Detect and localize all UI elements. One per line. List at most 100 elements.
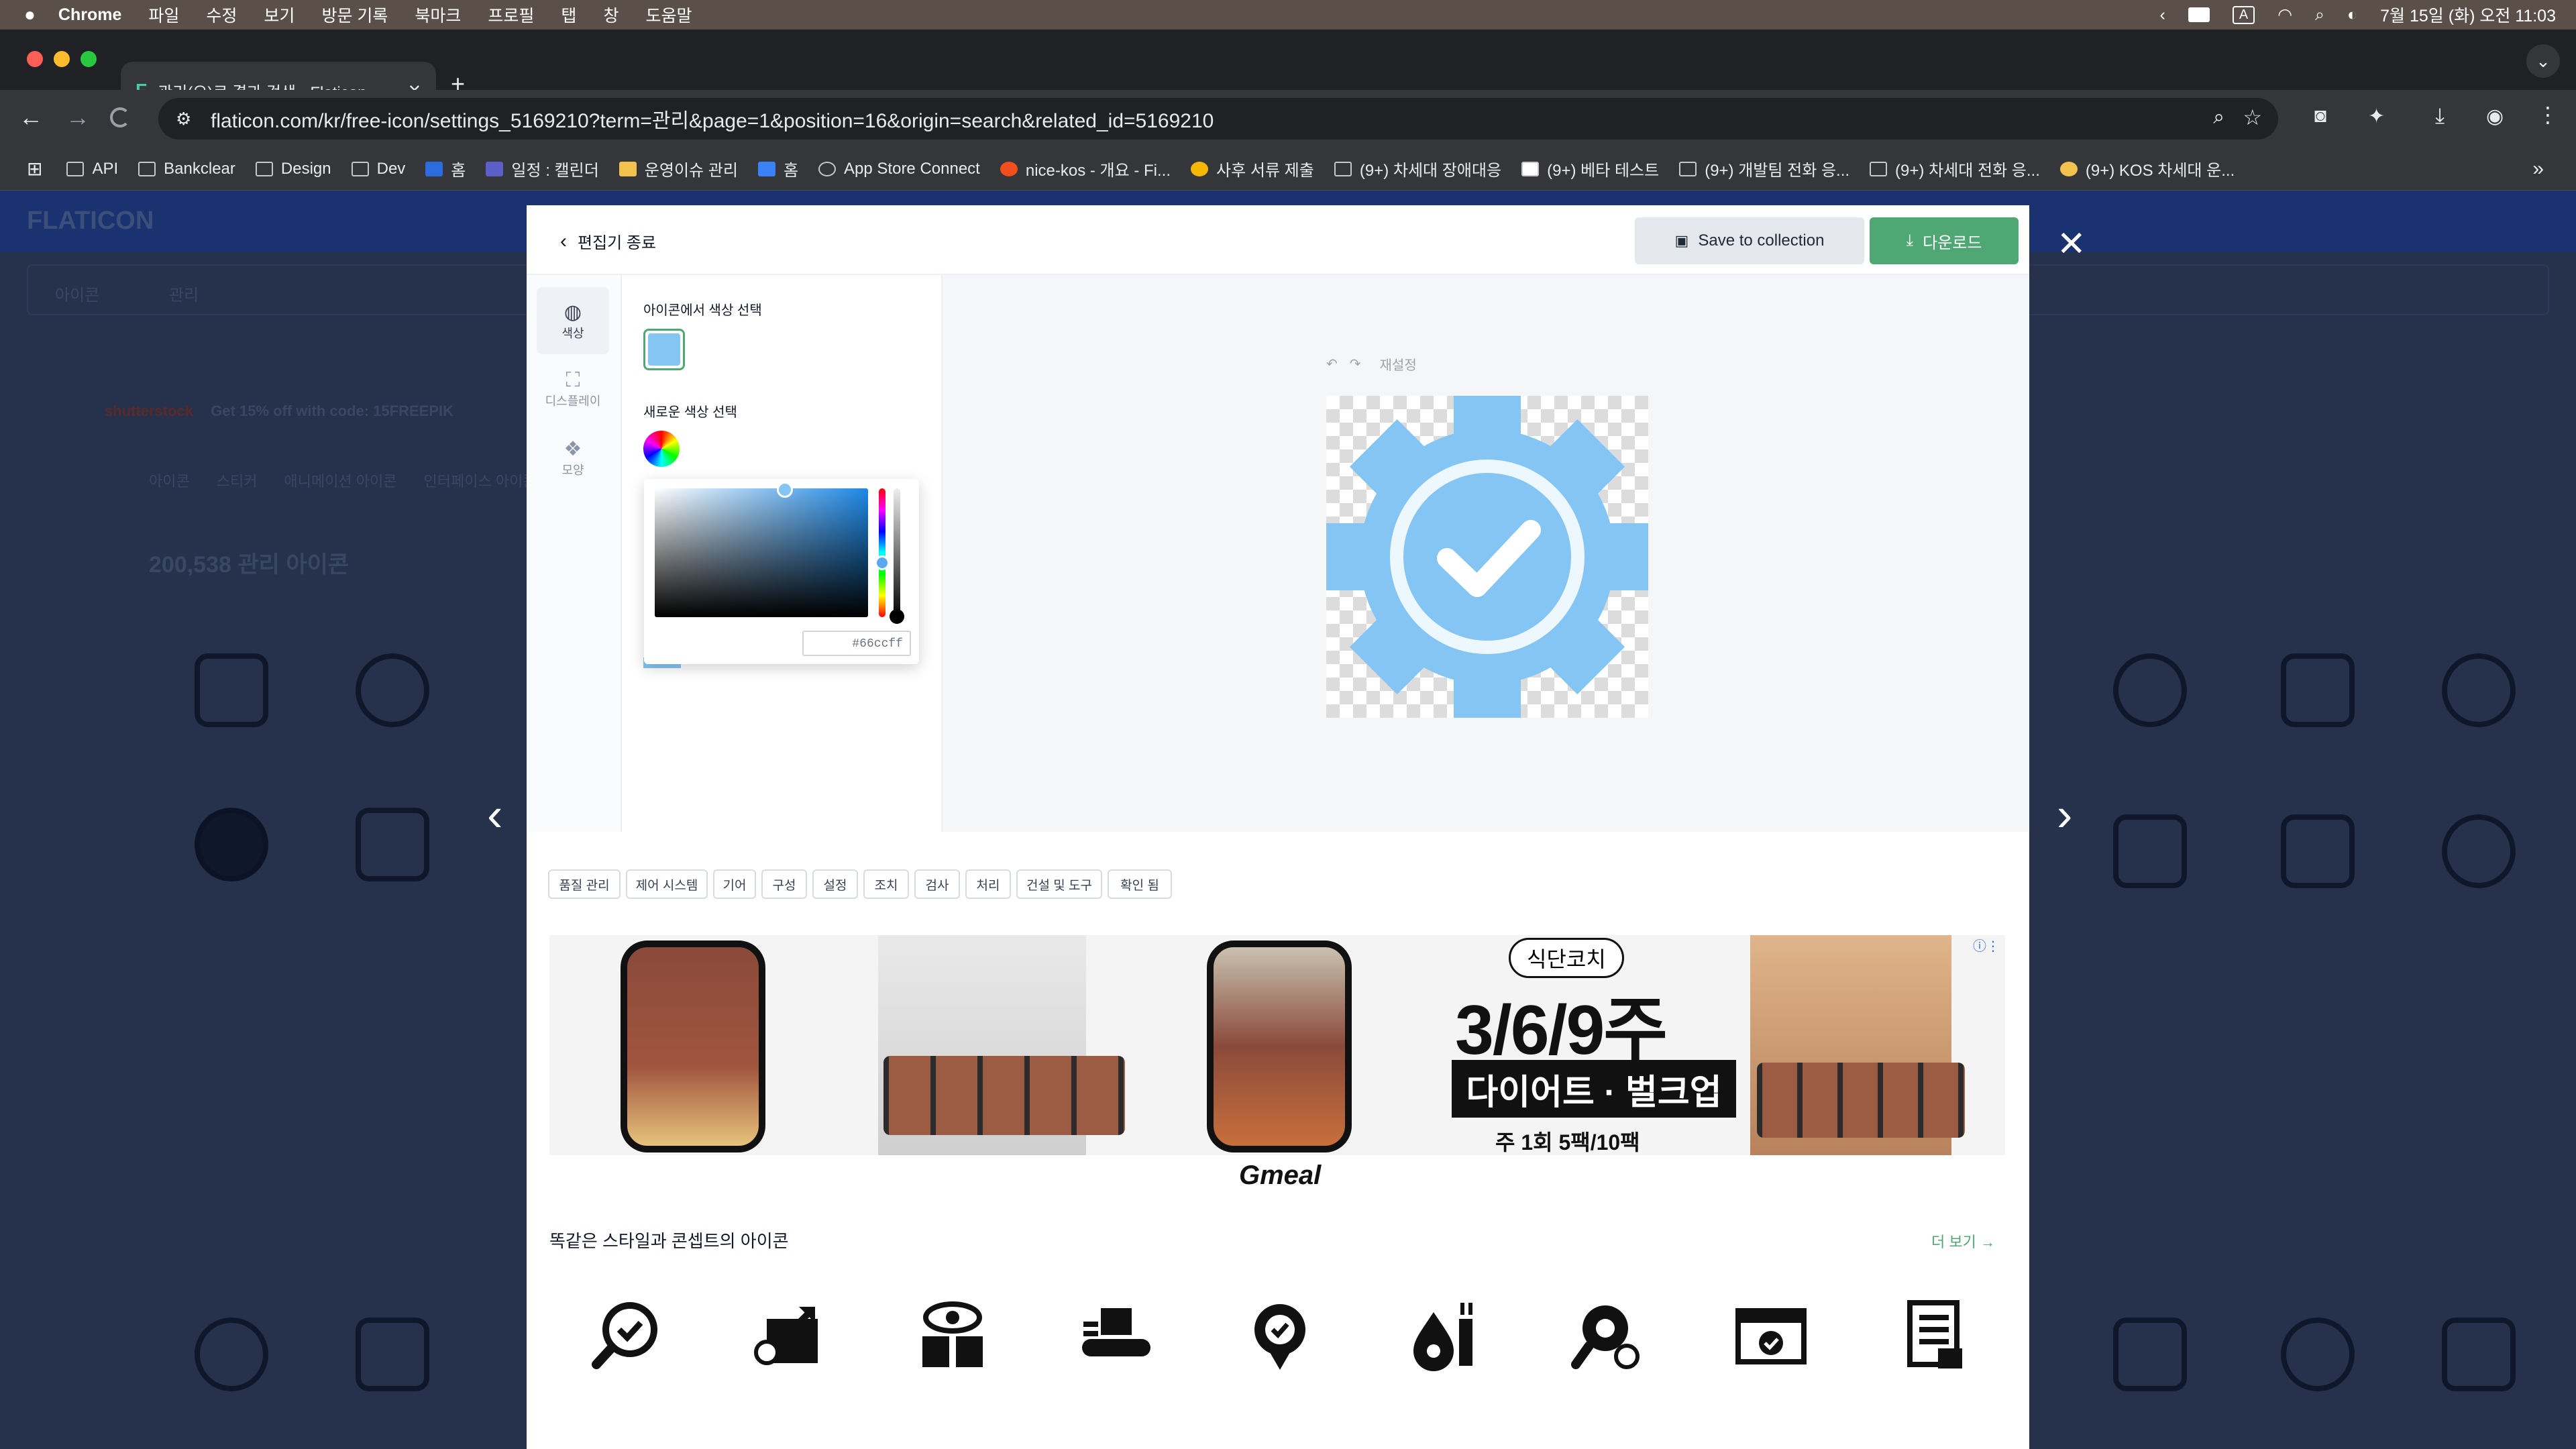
tag-quality-control[interactable]: 품질 관리 bbox=[548, 869, 621, 899]
hue-handle[interactable] bbox=[875, 555, 890, 570]
bg-people-icon bbox=[356, 653, 429, 727]
bookmark-folder-design[interactable]: Design bbox=[255, 160, 331, 178]
menu-app-name[interactable]: Chrome bbox=[58, 5, 121, 25]
close-window-icon[interactable] bbox=[27, 51, 43, 67]
profile-avatar-icon[interactable]: ◉ bbox=[2486, 105, 2504, 128]
browser-check-icon[interactable] bbox=[1734, 1299, 1808, 1373]
bookmark-folder-api[interactable]: API bbox=[66, 160, 118, 178]
bookmarks-overflow-button[interactable]: » bbox=[2532, 158, 2544, 180]
side-tab-shape[interactable]: ❖ 모양 bbox=[537, 424, 609, 491]
tag-configuration[interactable]: 구성 bbox=[761, 869, 807, 899]
alpha-slider[interactable] bbox=[890, 488, 904, 624]
hue-slider[interactable] bbox=[875, 488, 890, 617]
advertisement-banner[interactable]: 식단코치 3/6/9주 다이어트 · 벌크업 주 1회 5팩/10팩 ⓘ⋮ bbox=[549, 935, 2005, 1155]
undo-icon[interactable]: ↶ bbox=[1326, 356, 1338, 372]
bookmark-label: 홈 bbox=[451, 162, 466, 180]
bookmark-next-gen-phone[interactable]: (9+) 차세대 전화 응... bbox=[1870, 157, 2040, 180]
menu-file[interactable]: 파일 bbox=[148, 3, 179, 27]
zoom-window-icon[interactable] bbox=[80, 51, 97, 67]
menu-help[interactable]: 도움말 bbox=[645, 3, 692, 27]
chevron-left-icon[interactable]: ‹ bbox=[2160, 5, 2165, 25]
save-to-collection-button[interactable]: ▣ Save to collection bbox=[1635, 217, 1864, 264]
menu-profiles[interactable]: 프로필 bbox=[488, 3, 534, 27]
extensions-icon[interactable]: ✦ bbox=[2368, 105, 2385, 128]
download-icon[interactable]: ⤓ bbox=[2435, 103, 2445, 129]
bookmark-dev-phone[interactable]: (9+) 개발팀 전화 응... bbox=[1679, 157, 1849, 180]
apps-grid-icon[interactable]: ⊞ bbox=[27, 158, 42, 180]
tag-action[interactable]: 조치 bbox=[863, 869, 909, 899]
search-gear-icon[interactable] bbox=[1570, 1299, 1644, 1373]
keyboard-icon[interactable] bbox=[2188, 7, 2210, 22]
menu-history[interactable]: 방문 기록 bbox=[321, 3, 388, 27]
bookmark-calendar[interactable]: 일정 : 캘린더 bbox=[486, 157, 599, 180]
forward-arrow-icon[interactable]: → bbox=[66, 103, 90, 131]
saturation-brightness-area[interactable] bbox=[655, 482, 868, 617]
wifi-icon[interactable]: ◠ bbox=[2277, 5, 2292, 25]
box-arrow-icon[interactable] bbox=[752, 1299, 826, 1373]
saturation-handle[interactable] bbox=[777, 482, 793, 498]
site-info-icon[interactable]: ⚙ bbox=[176, 109, 191, 129]
tag-settings[interactable]: 설정 bbox=[812, 869, 858, 899]
tag-construction-tools[interactable]: 건설 및 도구 bbox=[1016, 869, 1102, 899]
document-list-icon[interactable] bbox=[1898, 1299, 1972, 1373]
eye-boxes-icon[interactable] bbox=[916, 1299, 989, 1373]
bookmark-home-2[interactable]: 홈 bbox=[757, 157, 798, 180]
address-bar[interactable]: ⚙ flaticon.com/kr/free-icon/settings_516… bbox=[158, 98, 2278, 140]
tag-control-system[interactable]: 제어 시스템 bbox=[626, 869, 708, 899]
ad-info-icon[interactable]: ⓘ⋮ bbox=[1973, 935, 2000, 955]
exit-editor-button[interactable]: ‹ 편집기 종료 bbox=[560, 229, 656, 253]
color-wheel-icon[interactable] bbox=[643, 431, 680, 467]
reset-button[interactable]: 재설정 bbox=[1380, 354, 1417, 374]
badge-check-icon[interactable] bbox=[1243, 1299, 1317, 1373]
apple-icon[interactable]: ● bbox=[24, 4, 36, 25]
tag-processing[interactable]: 처리 bbox=[965, 869, 1011, 899]
alpha-handle[interactable] bbox=[890, 609, 904, 624]
url-text[interactable]: flaticon.com/kr/free-icon/settings_51692… bbox=[211, 104, 1214, 133]
bookmark-star-icon[interactable]: ☆ bbox=[2243, 105, 2262, 130]
tag-gear[interactable]: 기어 bbox=[713, 869, 756, 899]
input-source-badge[interactable]: A bbox=[2232, 5, 2255, 24]
next-icon-arrow[interactable]: › bbox=[2057, 788, 2072, 841]
zoom-icon[interactable]: ⌕ bbox=[2213, 106, 2224, 129]
menu-window[interactable]: 창 bbox=[603, 3, 619, 27]
minimize-window-icon[interactable] bbox=[54, 51, 70, 67]
menubar-clock[interactable]: 7월 15일 (화) 오전 11:03 bbox=[2380, 3, 2556, 27]
bookmark-kos-ops[interactable]: (9+) KOS 차세대 운... bbox=[2059, 157, 2235, 180]
bookmark-home-1[interactable]: 홈 bbox=[425, 157, 466, 180]
magnifier-check-icon[interactable] bbox=[588, 1299, 662, 1373]
loading-spinner-icon[interactable] bbox=[110, 107, 130, 127]
bookmark-folder-dev[interactable]: Dev bbox=[351, 160, 405, 178]
menu-view[interactable]: 보기 bbox=[264, 3, 294, 27]
bookmark-nice-kos[interactable]: nice-kos - 개요 - Fi... bbox=[1000, 157, 1171, 180]
back-arrow-icon[interactable]: ← bbox=[19, 103, 43, 131]
spotlight-search-icon[interactable]: ⌕ bbox=[2315, 5, 2324, 25]
tag-verified[interactable]: 확인 됨 bbox=[1108, 869, 1172, 899]
tag-inspection[interactable]: 검사 bbox=[914, 869, 960, 899]
side-tab-display[interactable]: ⛶ 디스플레이 bbox=[537, 356, 609, 423]
bookmark-incident-response[interactable]: (9+) 차세대 장애대응 bbox=[1334, 157, 1501, 180]
menu-tab[interactable]: 탭 bbox=[561, 3, 576, 27]
redo-icon[interactable]: ↷ bbox=[1350, 356, 1361, 372]
tab-search-button[interactable]: ⌄ bbox=[2526, 44, 2560, 78]
control-center-icon[interactable]: ◐ bbox=[2347, 5, 2357, 25]
see-more-link[interactable]: 더 보기 → bbox=[1931, 1230, 1995, 1252]
bookmark-ops-issues[interactable]: 운영이슈 관리 bbox=[619, 157, 738, 180]
oil-drop-icon[interactable] bbox=[1407, 1299, 1481, 1373]
current-color-swatch[interactable] bbox=[643, 329, 685, 370]
bookmark-beta-test[interactable]: (9+) 베타 테스트 bbox=[1521, 157, 1659, 180]
gear-check-icon[interactable] bbox=[1326, 396, 1648, 718]
bookmark-app-store-connect[interactable]: App Store Connect bbox=[818, 160, 980, 178]
bookmark-post-documents[interactable]: 사후 서류 제출 bbox=[1191, 157, 1314, 180]
menu-bookmarks[interactable]: 북마크 bbox=[415, 3, 461, 27]
camera-icon[interactable]: ◙ bbox=[2314, 105, 2326, 127]
hex-input[interactable]: #66ccff bbox=[802, 631, 911, 656]
chrome-menu-icon[interactable]: ⋮ bbox=[2537, 102, 2559, 127]
menu-edit[interactable]: 수정 bbox=[206, 3, 237, 27]
download-button[interactable]: ⤓ 다운로드 bbox=[1870, 217, 2019, 264]
modal-close-icon[interactable]: ✕ bbox=[2057, 224, 2086, 264]
conveyor-icon[interactable] bbox=[1079, 1299, 1153, 1373]
previous-icon-arrow[interactable]: ‹ bbox=[487, 788, 502, 841]
bookmark-folder-bankclear[interactable]: Bankclear bbox=[138, 160, 235, 178]
save-icon: ▣ bbox=[1674, 232, 1689, 249]
side-tab-color[interactable]: ◍ 색상 bbox=[537, 287, 609, 354]
